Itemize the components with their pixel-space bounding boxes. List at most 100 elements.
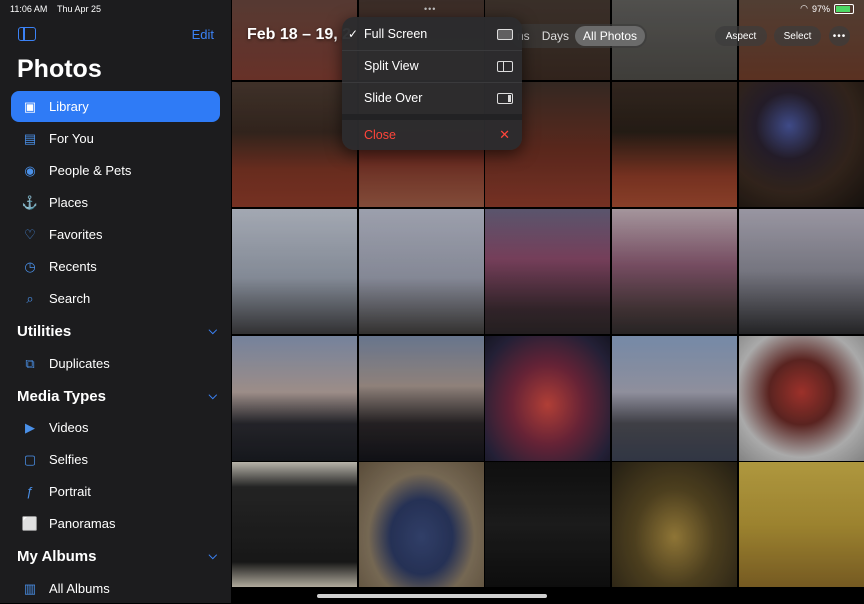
sidebar-item-label: For You bbox=[49, 131, 94, 146]
sidebar-item-label: People & Pets bbox=[49, 163, 132, 178]
sidebar-item-selfies[interactable]: ▢ Selfies bbox=[11, 444, 220, 475]
sidebar-item-people-pets[interactable]: ◉ People & Pets bbox=[11, 155, 220, 186]
status-time: 11:06 AM bbox=[10, 4, 48, 14]
sidebar-item-search[interactable]: ⌕ Search bbox=[11, 283, 220, 314]
for-you-icon: ▤ bbox=[23, 130, 37, 146]
chevron-down-icon[interactable]: ⌵ bbox=[209, 325, 217, 338]
status-right: ◠ 97% bbox=[800, 3, 854, 14]
section-utilities[interactable]: Utilities ⌵ bbox=[17, 320, 217, 342]
checkmark-icon: ✓ bbox=[347, 27, 359, 41]
sidebar-item-panoramas[interactable]: ⬜ Panoramas bbox=[11, 508, 220, 539]
section-media-types[interactable]: Media Types ⌵ bbox=[17, 385, 217, 407]
clock-icon: ◷ bbox=[24, 258, 36, 274]
menu-item-label: Slide Over bbox=[364, 91, 423, 105]
home-indicator[interactable] bbox=[317, 594, 547, 598]
sidebar-item-label: Places bbox=[49, 195, 89, 210]
photo-thumbnail[interactable] bbox=[739, 209, 864, 334]
sidebar-item-label: Selfies bbox=[49, 452, 89, 467]
duplicates-icon: ⧉ bbox=[25, 355, 35, 371]
menu-item-label: Split View bbox=[364, 59, 419, 73]
sidebar-title: Photos bbox=[17, 55, 102, 83]
photo-thumbnail[interactable] bbox=[359, 336, 484, 461]
albums-icon: ▥ bbox=[23, 580, 37, 596]
split-view-icon bbox=[497, 60, 513, 72]
photo-thumbnail[interactable] bbox=[739, 82, 864, 207]
sidebar-item-label: Panoramas bbox=[49, 516, 116, 531]
panorama-icon: ⬜ bbox=[21, 515, 39, 531]
multitasking-menu: ✓ Full Screen Split View Slide Over Clos… bbox=[342, 17, 522, 150]
select-button[interactable]: Select bbox=[774, 26, 821, 46]
people-icon: ◉ bbox=[24, 162, 36, 178]
sidebar-item-library[interactable]: ▣ Library bbox=[11, 91, 220, 122]
sidebar-item-recents[interactable]: ◷ Recents bbox=[11, 251, 220, 282]
menu-item-slide-over[interactable]: Slide Over bbox=[342, 82, 522, 114]
photo-thumbnail[interactable] bbox=[232, 462, 357, 587]
sidebar-item-all-albums[interactable]: ▥ All Albums bbox=[11, 573, 220, 604]
battery-icon bbox=[834, 3, 854, 14]
aspect-button[interactable]: Aspect bbox=[715, 26, 767, 46]
sidebar-toolbar: Edit bbox=[0, 24, 231, 46]
sidebar-item-duplicates[interactable]: ⧉ Duplicates bbox=[11, 348, 220, 379]
photo-thumbnail[interactable] bbox=[359, 462, 484, 587]
photo-thumbnail[interactable] bbox=[612, 209, 737, 334]
places-icon: ⚓ bbox=[21, 194, 39, 210]
selfie-icon: ▢ bbox=[23, 451, 37, 467]
segment-days[interactable]: Days bbox=[536, 29, 575, 43]
wifi-icon: ◠ bbox=[800, 3, 808, 13]
section-my-albums[interactable]: My Albums ⌵ bbox=[17, 545, 217, 567]
section-title: Utilities bbox=[17, 322, 72, 340]
photo-thumbnail[interactable] bbox=[612, 462, 737, 587]
status-date: Thu Apr 25 bbox=[57, 4, 102, 14]
photo-thumbnail[interactable] bbox=[739, 462, 864, 587]
portrait-icon: ƒ bbox=[26, 484, 34, 499]
sidebar-item-videos[interactable]: ▶ Videos bbox=[11, 412, 220, 443]
chevron-down-icon[interactable]: ⌵ bbox=[209, 550, 217, 563]
search-icon: ⌕ bbox=[26, 290, 34, 306]
photo-grid[interactable] bbox=[231, 0, 864, 603]
menu-item-label: Full Screen bbox=[364, 27, 428, 41]
photo-thumbnail[interactable] bbox=[485, 462, 610, 587]
slide-over-icon bbox=[497, 92, 513, 104]
video-icon: ▶ bbox=[25, 419, 35, 435]
photo-thumbnail[interactable] bbox=[485, 209, 610, 334]
edit-button[interactable]: Edit bbox=[192, 27, 214, 42]
sidebar-item-label: Duplicates bbox=[49, 356, 110, 371]
sidebar-item-label: Search bbox=[49, 291, 91, 306]
sidebar-toggle-icon[interactable] bbox=[18, 27, 36, 41]
photo-thumbnail[interactable] bbox=[359, 209, 484, 334]
sidebar-item-label: Favorites bbox=[49, 227, 103, 242]
status-bar: 11:06 AM Thu Apr 25 ◠ 97% bbox=[0, 0, 864, 18]
sidebar-item-label: All Albums bbox=[49, 581, 110, 596]
heart-icon: ♡ bbox=[24, 226, 36, 242]
sidebar-item-favorites[interactable]: ♡ Favorites bbox=[11, 219, 220, 250]
photo-thumbnail[interactable] bbox=[232, 336, 357, 461]
sidebar-item-portrait[interactable]: ƒ Portrait bbox=[11, 476, 220, 507]
more-button[interactable]: ••• bbox=[829, 26, 850, 46]
photo-thumbnail[interactable] bbox=[739, 336, 864, 461]
menu-item-close[interactable]: Close ✕ bbox=[342, 120, 522, 150]
sidebar-item-label: Recents bbox=[49, 259, 97, 274]
menu-item-full-screen[interactable]: ✓ Full Screen bbox=[342, 18, 522, 50]
chevron-down-icon[interactable]: ⌵ bbox=[209, 390, 217, 403]
section-title: Media Types bbox=[17, 387, 106, 405]
full-screen-icon bbox=[497, 28, 513, 40]
sidebar-item-label: Library bbox=[49, 99, 89, 114]
sidebar-item-places[interactable]: ⚓ Places bbox=[11, 187, 220, 218]
battery-percent: 97% bbox=[811, 3, 830, 14]
sidebar-item-label: Videos bbox=[49, 420, 89, 435]
photo-thumbnail[interactable] bbox=[612, 82, 737, 207]
photo-thumbnail[interactable] bbox=[485, 336, 610, 461]
menu-item-split-view[interactable]: Split View bbox=[342, 50, 522, 82]
photo-thumbnail[interactable] bbox=[232, 209, 357, 334]
library-icon: ▣ bbox=[23, 98, 37, 114]
photo-thumbnail[interactable] bbox=[232, 82, 357, 207]
sidebar: Edit Photos ▣ Library ▤ For You ◉ People… bbox=[0, 0, 231, 603]
section-title: My Albums bbox=[17, 547, 97, 565]
date-range-title: Feb 18 – 19, 2 bbox=[247, 26, 352, 43]
segment-all-photos[interactable]: All Photos bbox=[575, 26, 646, 46]
view-segmented-control[interactable]: ns Days All Photos bbox=[511, 24, 648, 48]
close-icon: ✕ bbox=[499, 127, 510, 142]
sidebar-item-for-you[interactable]: ▤ For You bbox=[11, 123, 220, 154]
sidebar-item-label: Portrait bbox=[49, 484, 91, 499]
photo-thumbnail[interactable] bbox=[612, 336, 737, 461]
